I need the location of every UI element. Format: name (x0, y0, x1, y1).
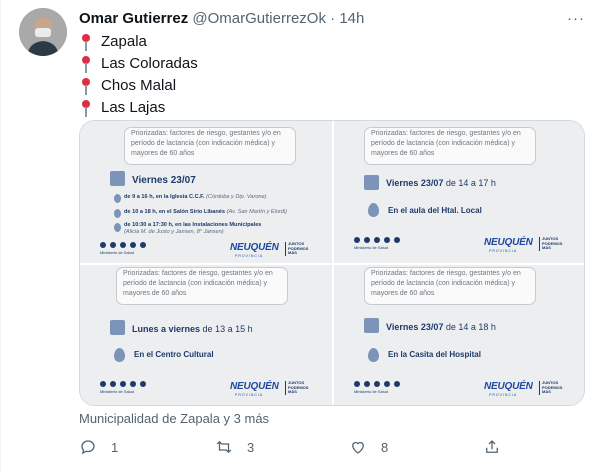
reply-button[interactable]: 1 (79, 438, 118, 456)
social-icons (100, 242, 148, 248)
media-image-3[interactable]: Priorizadas: factores de riesgo, gestant… (80, 265, 332, 405)
avatar[interactable] (19, 8, 67, 56)
like-button[interactable]: 8 (349, 438, 388, 456)
priority-bubble: Priorizadas: factores de riesgo, gestant… (364, 267, 536, 305)
location-pin-icon (114, 194, 121, 203)
location-pin-icon (114, 209, 121, 218)
calendar-icon (364, 175, 379, 190)
priority-bubble: Priorizadas: factores de riesgo, gestant… (116, 267, 288, 305)
schedule-item: de 9 a 16 h, en la Iglesia C.C.F. (Córdo… (124, 194, 267, 200)
place-label: En el Centro Cultural (134, 350, 214, 359)
location-pin-icon (114, 223, 121, 232)
media-image-4[interactable]: Priorizadas: factores de riesgo, gestant… (334, 265, 584, 405)
tweet-line: Chos Malal (79, 75, 198, 97)
tweet-text: Zapala Las Coloradas Chos Malal Las Laja… (79, 31, 198, 119)
priority-bubble: Priorizadas: factores de riesgo, gestant… (364, 127, 536, 165)
heart-icon (352, 441, 364, 454)
neuquen-logo: NEUQUÉN (484, 381, 533, 392)
location-pin-icon (368, 348, 379, 362)
neuquen-logo: NEUQUÉN (230, 381, 279, 392)
tweet-line-text: Chos Malal (101, 77, 177, 94)
handle[interactable]: @OmarGutierrezOk (192, 10, 326, 27)
round-pushpin-icon (79, 33, 93, 51)
day-label: Viernes 23/07 de 14 a 18 h (386, 322, 496, 332)
media-image-2[interactable]: Priorizadas: factores de riesgo, gestant… (334, 121, 584, 263)
reply-icon (81, 440, 95, 455)
like-count: 8 (381, 439, 389, 455)
social-icons (354, 237, 402, 243)
ministerio-label: Ministerio de Salud (354, 245, 389, 250)
location-pin-icon (114, 348, 125, 362)
neuquen-logo-sub: PROVINCIA (235, 254, 264, 258)
social-icons (354, 381, 402, 387)
tweet-line: Las Lajas (79, 97, 198, 119)
neuquen-logo-sub: PROVINCIA (489, 393, 518, 397)
location-pin-icon (368, 203, 379, 217)
reply-count: 1 (111, 439, 119, 455)
calendar-icon (110, 171, 125, 186)
juntos-logo: JUNTOS PODEMOS MÁS (539, 236, 563, 251)
tweet-header: Omar Gutierrez @OmarGutierrezOk · 14h (79, 10, 364, 28)
ministerio-label: Ministerio de Salud (100, 389, 135, 394)
tweet-actions: 1 3 8 (79, 438, 585, 458)
day-label: Viernes 23/07 (132, 175, 196, 186)
juntos-logo: JUNTOS PODEMOS MÁS (539, 380, 563, 395)
retweet-button[interactable]: 3 (215, 438, 254, 456)
tweet[interactable]: Omar Gutierrez @OmarGutierrezOk · 14h ··… (0, 0, 601, 472)
share-icon (486, 440, 498, 453)
ministerio-label: Ministerio de Salud (100, 250, 135, 255)
neuquen-logo-sub: PROVINCIA (489, 249, 518, 253)
retweet-icon (216, 440, 232, 454)
tweet-line-text: Las Coloradas (101, 55, 198, 72)
social-icons (100, 381, 148, 387)
round-pushpin-icon (79, 55, 93, 73)
schedule-item: de 10 a 18 h, en el Salón Sirio Libanés … (124, 209, 288, 215)
schedule-item: de 10:30 a 17:30 h, en las Instalaciones… (124, 222, 262, 228)
media-image-1[interactable]: Priorizadas: factores de riesgo, gestant… (80, 121, 332, 263)
calendar-icon (110, 320, 125, 335)
retweet-count: 3 (247, 439, 255, 455)
day-label: Lunes a viernes de 13 a 15 h (132, 324, 253, 334)
separator: · (330, 10, 336, 27)
replying-accounts[interactable]: Municipalidad de Zapala y 3 más (79, 411, 269, 426)
share-button[interactable] (483, 438, 501, 456)
calendar-icon (364, 318, 379, 333)
neuquen-logo: NEUQUÉN (484, 237, 533, 248)
timestamp[interactable]: 14h (339, 10, 364, 27)
round-pushpin-icon (79, 77, 93, 95)
neuquen-logo-sub: PROVINCIA (235, 393, 264, 397)
schedule-item-note: (Alicia M. de Justo y Jansen, 8° Jansen) (124, 229, 224, 235)
place-label: En la Casita del Hospital (388, 350, 481, 359)
tweet-line-text: Zapala (101, 33, 147, 50)
day-label: Viernes 23/07 de 14 a 17 h (386, 178, 496, 188)
round-pushpin-icon (79, 99, 93, 117)
neuquen-logo: NEUQUÉN (230, 242, 279, 253)
tweet-line: Las Coloradas (79, 53, 198, 75)
display-name[interactable]: Omar Gutierrez (79, 10, 188, 27)
media-grid[interactable]: Priorizadas: factores de riesgo, gestant… (79, 120, 585, 406)
priority-bubble: Priorizadas: factores de riesgo, gestant… (124, 127, 296, 165)
juntos-logo: JUNTOS PODEMOS MÁS (285, 241, 309, 256)
juntos-logo: JUNTOS PODEMOS MÁS (285, 380, 309, 395)
tweet-line-text: Las Lajas (101, 99, 166, 116)
ministerio-label: Ministerio de Salud (354, 389, 389, 394)
more-options-icon[interactable]: ··· (567, 10, 585, 27)
tweet-line: Zapala (79, 31, 198, 53)
place-label: En el aula del Htal. Local (388, 206, 482, 215)
